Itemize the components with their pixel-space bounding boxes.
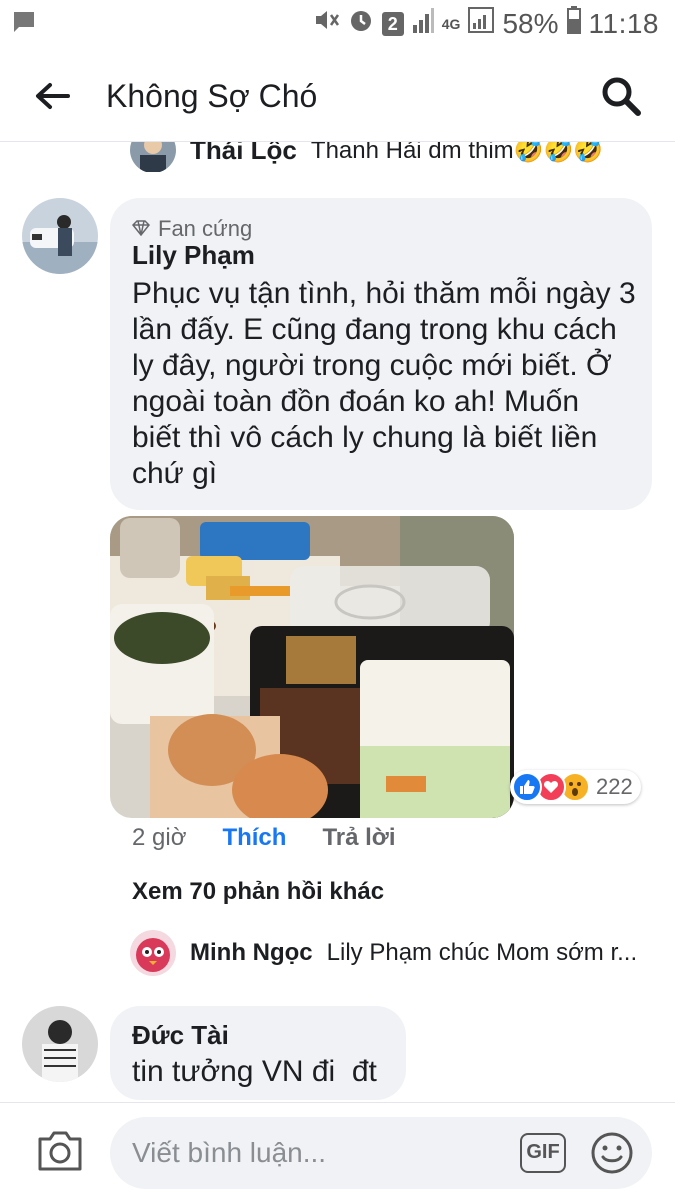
fan-badge: Fan cứng — [131, 216, 253, 242]
signal-icon — [412, 7, 434, 40]
app-header: Không Sợ Chó — [0, 48, 675, 142]
sim-badge: 2 — [381, 11, 404, 36]
comment-line: chứ gì — [132, 457, 218, 490]
reply-button[interactable]: Trả lời — [322, 824, 395, 852]
comment-composer: GIF — [0, 1102, 675, 1200]
reply-author[interactable]: Minh Ngọc — [190, 939, 313, 967]
comment-photo[interactable] — [110, 516, 514, 818]
comment-author[interactable]: Lily Phạm — [132, 240, 255, 271]
comment-input-container[interactable]: GIF — [110, 1117, 652, 1189]
view-more-replies-link[interactable]: Xem 70 phản hồi khác — [132, 878, 384, 906]
comment-line: Phục vụ tận tình, hỏi thăm mỗi ngày 3 — [132, 277, 636, 310]
gif-button[interactable]: GIF — [520, 1133, 566, 1173]
alarm-icon — [348, 7, 374, 40]
reply-preview[interactable]: Minh Ngọc Lily Phạm chúc Mom sớm r... — [130, 930, 637, 976]
page-title: Không Sợ Chó — [106, 78, 318, 114]
battery-icon — [566, 6, 581, 41]
signal-icon-2 — [468, 7, 495, 40]
comment-bubble[interactable]: Fan cứng Lily Phạm Phục vụ tận tình, hỏi… — [110, 198, 652, 510]
network-type: 4G — [441, 15, 461, 32]
reaction-summary[interactable]: 222 — [510, 770, 641, 804]
camera-icon[interactable] — [36, 1129, 84, 1173]
comment-bubble[interactable]: Đức Tài tin tưởng VN đi đt — [110, 1006, 406, 1100]
messenger-notification-icon — [12, 10, 36, 39]
comment-input[interactable] — [132, 1133, 492, 1173]
clock: 11:18 — [588, 7, 659, 39]
diamond-icon — [131, 216, 151, 242]
comment-text: Phục vụ tận tình, hỏi thăm mỗi ngày 3 lầ… — [132, 276, 636, 492]
avatar — [130, 930, 176, 976]
comment-line: biết thì vô cách ly chung là biết liền — [132, 421, 598, 454]
comment-actions: 2 giờ Thích Trả lời — [132, 824, 396, 852]
emoji-icon[interactable] — [590, 1131, 634, 1175]
reply-text: Lily Phạm chúc Mom sớm r... — [326, 939, 638, 966]
comment-line: lần đấy. E cũng đang trong khu cách — [132, 313, 617, 346]
battery-percent: 58% — [502, 7, 559, 39]
reaction-count: 222 — [596, 774, 633, 799]
comment-line: ly đây, người trong cuộc mới biết. Ở — [132, 349, 612, 382]
status-bar: 2 4G 58% 11:18 — [0, 0, 675, 48]
back-arrow-icon[interactable] — [32, 76, 72, 116]
like-icon — [512, 772, 542, 802]
comment-text: tin tưởng VN đi đt — [132, 1055, 377, 1088]
like-button[interactable]: Thích — [222, 824, 286, 852]
badge-label: Fan cứng — [158, 216, 253, 241]
comment-line: ngoài toàn đồn đoán ko ah! Muốn — [132, 385, 580, 418]
comment-time: 2 giờ — [132, 824, 187, 851]
mute-icon — [312, 6, 340, 41]
avatar[interactable] — [22, 198, 98, 274]
search-icon[interactable] — [599, 74, 643, 118]
avatar[interactable] — [22, 1006, 98, 1082]
comment-author[interactable]: Đức Tài — [132, 1020, 229, 1051]
